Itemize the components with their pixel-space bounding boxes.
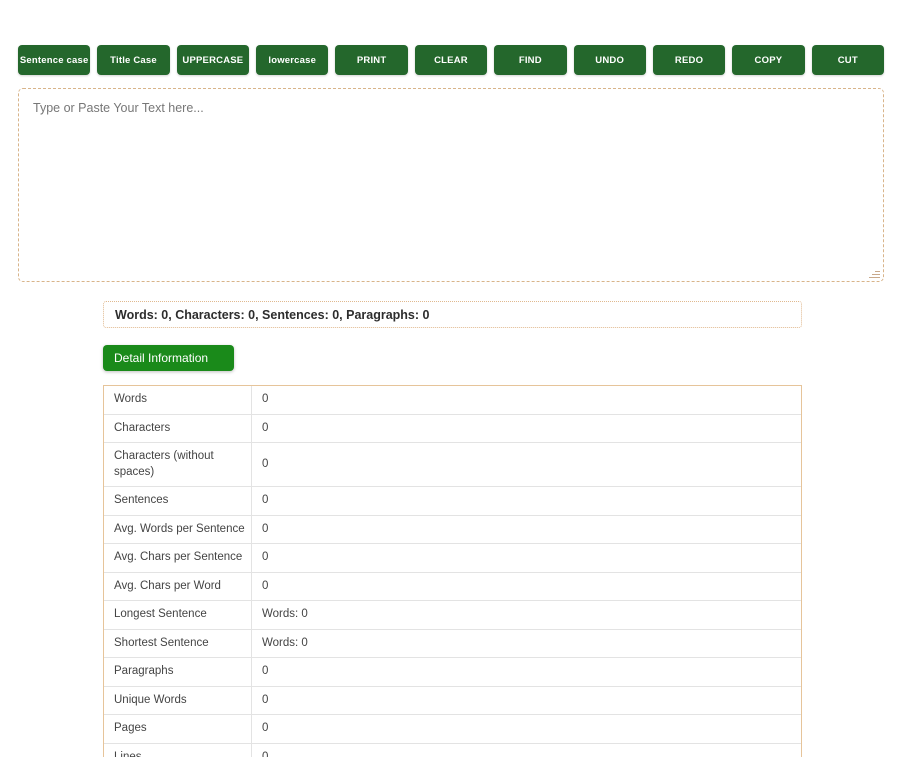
stat-label-cell: Paragraphs xyxy=(104,658,252,687)
stat-label-cell: Words xyxy=(104,386,252,414)
stat-value-cell: 0 xyxy=(252,544,802,573)
summary-stats-bar: Words: 0, Characters: 0, Sentences: 0, P… xyxy=(103,301,802,328)
copy-button[interactable]: COPY xyxy=(732,45,804,75)
table-row: Paragraphs0 xyxy=(104,658,801,687)
stat-value-cell: 0 xyxy=(252,386,802,414)
tool-button-label: lowercase xyxy=(268,55,316,66)
table-row: Pages0 xyxy=(104,715,801,744)
stat-value-cell: 0 xyxy=(252,487,802,516)
undo-button[interactable]: UNDO xyxy=(574,45,646,75)
table-row: Longest SentenceWords: 0 xyxy=(104,601,801,630)
stat-value-cell: 0 xyxy=(252,686,802,715)
redo-button[interactable]: REDO xyxy=(653,45,725,75)
table-row: Unique Words0 xyxy=(104,686,801,715)
stat-label-cell: Shortest Sentence xyxy=(104,629,252,658)
tool-button-label: REDO xyxy=(675,55,703,66)
tool-button-label: COPY xyxy=(755,55,783,66)
table-row: Shortest SentenceWords: 0 xyxy=(104,629,801,658)
tool-button-label: Sentence case xyxy=(20,55,89,66)
tool-button-label: CUT xyxy=(838,55,858,66)
stat-value-cell: 0 xyxy=(252,414,802,443)
stat-value-cell: 0 xyxy=(252,743,802,757)
text-input-area[interactable] xyxy=(18,88,884,282)
stat-value-cell: 0 xyxy=(252,715,802,744)
stat-value-cell: 0 xyxy=(252,443,802,487)
detail-information-button[interactable]: Detail Information xyxy=(103,345,234,371)
stat-label-cell: Lines xyxy=(104,743,252,757)
table-row: Avg. Chars per Sentence0 xyxy=(104,544,801,573)
stat-label-cell: Pages xyxy=(104,715,252,744)
title-case-button[interactable]: Title Case xyxy=(97,45,169,75)
find-button[interactable]: FIND xyxy=(494,45,566,75)
stat-label-cell: Unique Words xyxy=(104,686,252,715)
detail-information-panel: Words0Characters0Characters (without spa… xyxy=(103,385,802,757)
stat-value-cell: 0 xyxy=(252,515,802,544)
table-row: Lines0 xyxy=(104,743,801,757)
table-row: Characters0 xyxy=(104,414,801,443)
stat-label-cell: Characters (without spaces) xyxy=(104,443,252,487)
stat-label-cell: Avg. Chars per Word xyxy=(104,572,252,601)
tool-button-label: PRINT xyxy=(357,55,387,66)
sentence-case-button[interactable]: Sentence case xyxy=(18,45,90,75)
stat-label-cell: Characters xyxy=(104,414,252,443)
uppercase-button[interactable]: UPPERCASE xyxy=(177,45,249,75)
tool-button-label: Title Case xyxy=(110,55,157,66)
table-row: Words0 xyxy=(104,386,801,414)
detail-information-label: Detail Information xyxy=(114,351,208,365)
tool-button-label: CLEAR xyxy=(434,55,468,66)
stat-value-cell: Words: 0 xyxy=(252,601,802,630)
table-row: Avg. Chars per Word0 xyxy=(104,572,801,601)
tool-button-label: UPPERCASE xyxy=(182,55,243,66)
stat-label-cell: Sentences xyxy=(104,487,252,516)
stat-value-cell: 0 xyxy=(252,572,802,601)
table-row: Avg. Words per Sentence0 xyxy=(104,515,801,544)
stat-value-cell: 0 xyxy=(252,658,802,687)
lowercase-button[interactable]: lowercase xyxy=(256,45,328,75)
cut-button[interactable]: CUT xyxy=(812,45,884,75)
table-row: Sentences0 xyxy=(104,487,801,516)
stat-label-cell: Avg. Words per Sentence xyxy=(104,515,252,544)
stat-label-cell: Avg. Chars per Sentence xyxy=(104,544,252,573)
tool-button-label: UNDO xyxy=(595,55,624,66)
case-conversion-toolbar: Sentence case Title Case UPPERCASE lowercas… xyxy=(18,45,884,75)
clear-button[interactable]: CLEAR xyxy=(415,45,487,75)
table-row: Characters (without spaces)0 xyxy=(104,443,801,487)
stat-label-cell: Longest Sentence xyxy=(104,601,252,630)
print-button[interactable]: PRINT xyxy=(335,45,407,75)
stat-value-cell: Words: 0 xyxy=(252,629,802,658)
summary-stats-text: Words: 0, Characters: 0, Sentences: 0, P… xyxy=(115,308,429,322)
detail-statistics-table: Words0Characters0Characters (without spa… xyxy=(104,386,801,757)
tool-button-label: FIND xyxy=(519,55,542,66)
